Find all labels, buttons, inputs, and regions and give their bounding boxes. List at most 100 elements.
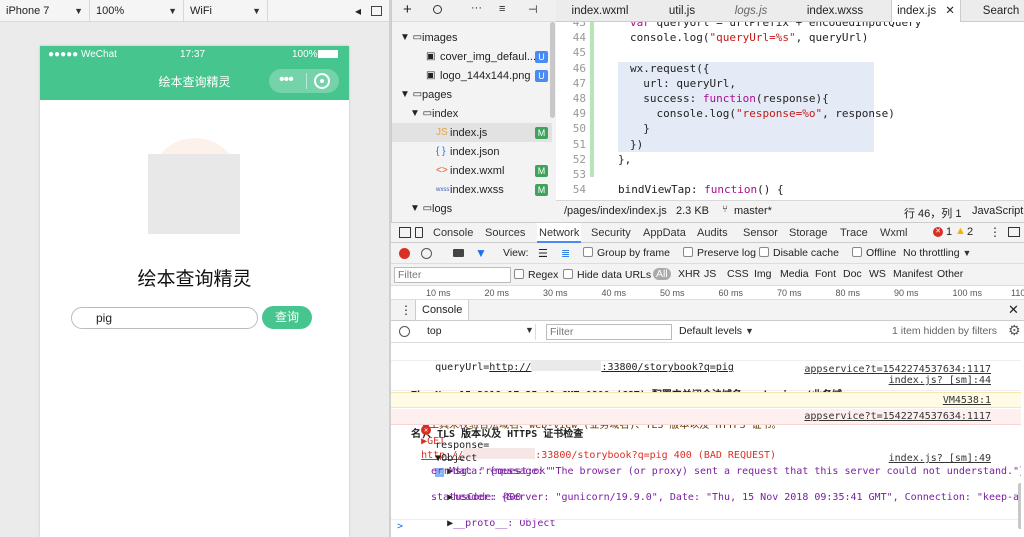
disable-cache[interactable]: Disable cache [759,247,839,259]
status-path: /pages/index/index.js [564,205,667,217]
console-filter-input[interactable]: Filter [546,324,672,340]
add-icon[interactable]: + [403,1,412,18]
tree-item[interactable]: ▼ ▭ logs [392,199,552,218]
offline[interactable]: Offline [852,247,896,259]
tab-sensor[interactable]: Sensor [743,223,778,243]
type-filter-xhr[interactable]: XHR [678,268,700,280]
object-tree[interactable]: ▼Object i [391,439,1021,477]
tree-item[interactable]: ▼ ▭ images [392,28,552,47]
tab-network[interactable]: Network [537,223,582,243]
type-filter-font[interactable]: Font [815,268,836,280]
speaker-icon[interactable]: ◂ [355,4,361,18]
object-property[interactable]: ▶__proto__: Object [391,504,1021,529]
search-button[interactable]: 查询 [262,306,312,329]
device-mode-icon[interactable] [415,227,423,238]
type-filter-media[interactable]: Media [780,268,809,280]
clear-console-icon[interactable] [399,326,410,337]
tree-item[interactable]: ▣ cover_img_defaul... U [392,47,552,66]
tree-item[interactable]: ▣ logo_144x144.png U [392,66,552,85]
tab-util-js[interactable]: util.js [656,0,708,22]
editor-tab-bar: index.wxml util.js logs.js index.wxss in… [556,0,1024,22]
tab-security[interactable]: Security [591,223,631,243]
tab-search[interactable]: Search [976,0,1024,22]
code-editor[interactable]: 43 var queryUrl = urlPrefix + encodedInpu… [556,22,1024,200]
tab-wxml[interactable]: Wxml [880,223,908,243]
group-by-frame[interactable]: Group by frame [583,247,670,259]
network-select[interactable]: WiFi ▼ [184,0,268,22]
type-filter-ws[interactable]: WS [869,268,886,280]
status-branch[interactable]: master* [734,205,772,217]
tab-index-js[interactable]: index.js ✕ [891,0,961,22]
tab-logs-js[interactable]: logs.js [726,0,776,22]
popout-icon[interactable] [371,5,382,16]
large-rows-icon[interactable]: ☰ [538,247,548,260]
search-input[interactable]: pig [71,307,258,329]
log-source-link[interactable]: appservice?t=1542274537634:1117 [804,410,991,423]
dock-icon[interactable] [1008,227,1020,237]
log-source-link[interactable]: appservice?t=1542274537634:1117 [804,363,991,376]
tree-item[interactable]: wxss index.wxss M [392,180,552,199]
type-filter-js[interactable]: JS [704,268,716,280]
split-icon[interactable]: ⊣ [528,3,538,16]
devtools-tab-bar: Console Sources Network Security AppData… [391,222,1024,243]
tab-audits[interactable]: Audits [697,223,728,243]
collapse-icon[interactable]: ≡ [499,3,505,15]
network-filter-input[interactable]: Filter [394,267,511,283]
type-filter-all[interactable]: All [653,268,671,280]
tab-index-wxss[interactable]: index.wxss [798,0,872,22]
log-source-link[interactable]: VM4538:1 [943,394,991,407]
tab-index-wxml[interactable]: index.wxml [560,0,640,22]
waterfall-icon[interactable]: ≣ [561,247,570,260]
warning-count: 2 [967,226,974,238]
levels-select[interactable]: Default levels ▼ [679,325,754,337]
kebab-menu-icon[interactable]: ⋮ [989,225,1001,239]
zoom-select[interactable]: 100% ▼ [90,0,184,22]
console-scrollbar[interactable] [1018,483,1021,529]
status-language[interactable]: JavaScript [972,205,1023,217]
more-icon[interactable]: ••• [279,71,294,89]
gear-icon[interactable]: ⚙ [1008,322,1021,339]
tab-trace[interactable]: Trace [840,223,868,243]
context-select[interactable]: top ▼ [421,324,536,340]
clear-icon[interactable] [421,248,432,259]
throttling-select[interactable]: No throttling ▼ [903,247,971,259]
git-status-badge: M [535,126,548,139]
tree-item[interactable]: ▼ ▭ pages [392,85,552,104]
tab-sources[interactable]: Sources [485,223,525,243]
type-filter-img[interactable]: Img [754,268,772,280]
more-icon[interactable]: ··· [471,2,482,14]
status-position[interactable]: 行 46，列 1 [904,205,961,221]
type-filter-css[interactable]: CSS [727,268,749,280]
filter-icon[interactable]: ▼ [475,246,487,260]
record-button[interactable] [399,248,410,259]
hide-data-urls-checkbox[interactable]: Hide data URLs [563,269,651,281]
tab-appdata[interactable]: AppData [643,223,686,243]
close-icon[interactable]: ✕ [945,5,955,17]
preserve-log[interactable]: Preserve log [683,247,756,259]
type-filter-doc[interactable]: Doc [843,268,862,280]
close-icon[interactable]: ✕ [1008,302,1019,318]
camera-icon[interactable] [453,249,464,257]
type-filter-other[interactable]: Other [937,268,963,280]
tree-item[interactable]: { } index.json [392,142,552,161]
console-prompt[interactable]: > [391,519,1021,533]
type-filter-manifest[interactable]: Manifest [893,268,933,280]
tree-item[interactable]: ▼ ▭ index [392,104,552,123]
object-property[interactable]: ▶data: {message: "The browser (or proxy)… [391,452,1021,477]
code-line: 54 bindViewTap: function() { [556,182,1024,197]
tree-item[interactable]: JS index.js M [392,123,552,142]
tab-console[interactable]: Console [433,223,473,243]
tree-toolbar: + ··· ≡ ⊣ [392,0,557,22]
error-icon[interactable]: ✕ [933,227,943,237]
tree-item[interactable]: <> index.wxml M [392,161,552,180]
search-icon[interactable] [433,5,442,14]
warning-icon[interactable]: ▲ [955,225,966,237]
device-select[interactable]: iPhone 7 ▼ [0,0,90,22]
object-property[interactable]: ▶header: {Server: "gunicorn/19.9.0", Dat… [391,478,1021,503]
regex-checkbox[interactable]: Regex [514,269,558,281]
inspect-icon[interactable] [399,227,411,238]
tab-storage[interactable]: Storage [789,223,828,243]
kebab-menu-icon[interactable]: ⋮ [400,303,412,317]
tree-scrollbar[interactable] [550,22,555,118]
console-title[interactable]: Console [415,300,470,320]
